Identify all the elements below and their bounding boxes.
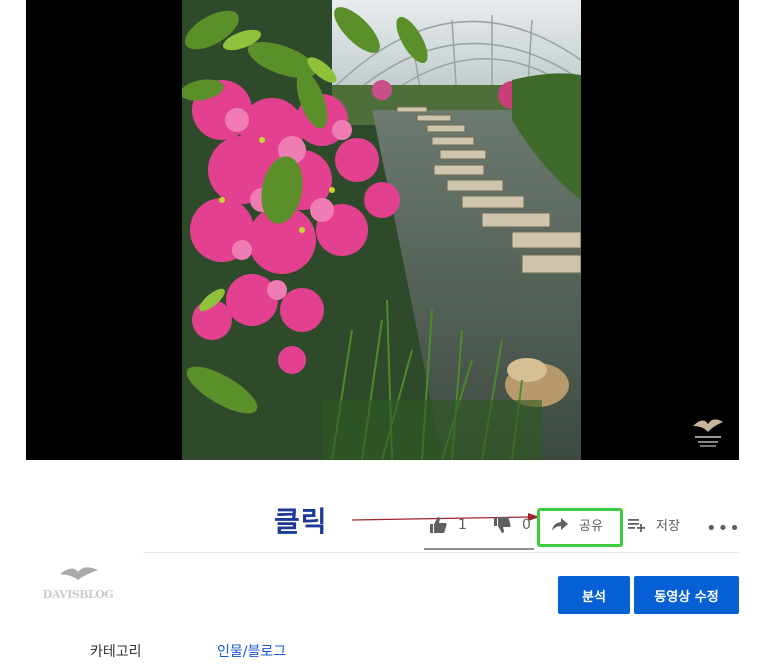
share-highlight-box bbox=[537, 508, 623, 547]
like-button[interactable]: 1 bbox=[428, 515, 467, 535]
save-playlist-icon bbox=[628, 518, 645, 532]
like-count: 1 bbox=[458, 517, 467, 533]
dislike-count: 0 bbox=[522, 517, 531, 533]
edit-video-button[interactable]: 동영상 수정 bbox=[634, 576, 739, 614]
category-label: 카테고리 bbox=[90, 644, 142, 660]
analytics-button[interactable]: 분석 bbox=[558, 576, 630, 614]
thumbs-up-icon bbox=[430, 517, 447, 533]
divider bbox=[143, 552, 739, 553]
watermark-logo bbox=[693, 419, 723, 447]
video-player[interactable] bbox=[26, 0, 739, 460]
more-actions-button[interactable]: ••• bbox=[706, 518, 741, 539]
annotation-click-label: 클릭 bbox=[274, 505, 328, 538]
category-value-link[interactable]: 인물/블로그 bbox=[217, 641, 286, 661]
video-thumbnail bbox=[182, 0, 581, 460]
channel-logo[interactable]: DAVISBLOG bbox=[30, 562, 126, 608]
video-frame[interactable] bbox=[182, 0, 581, 460]
more-icon: ••• bbox=[706, 518, 741, 539]
like-ratio-bar bbox=[424, 548, 534, 550]
channel-logo-text: DAVISBLOG bbox=[43, 588, 114, 601]
save-label: 저장 bbox=[656, 519, 680, 534]
thumbs-down-icon bbox=[494, 517, 511, 533]
dislike-button[interactable]: 0 bbox=[492, 515, 531, 535]
save-button[interactable]: 저장 bbox=[628, 515, 680, 534]
